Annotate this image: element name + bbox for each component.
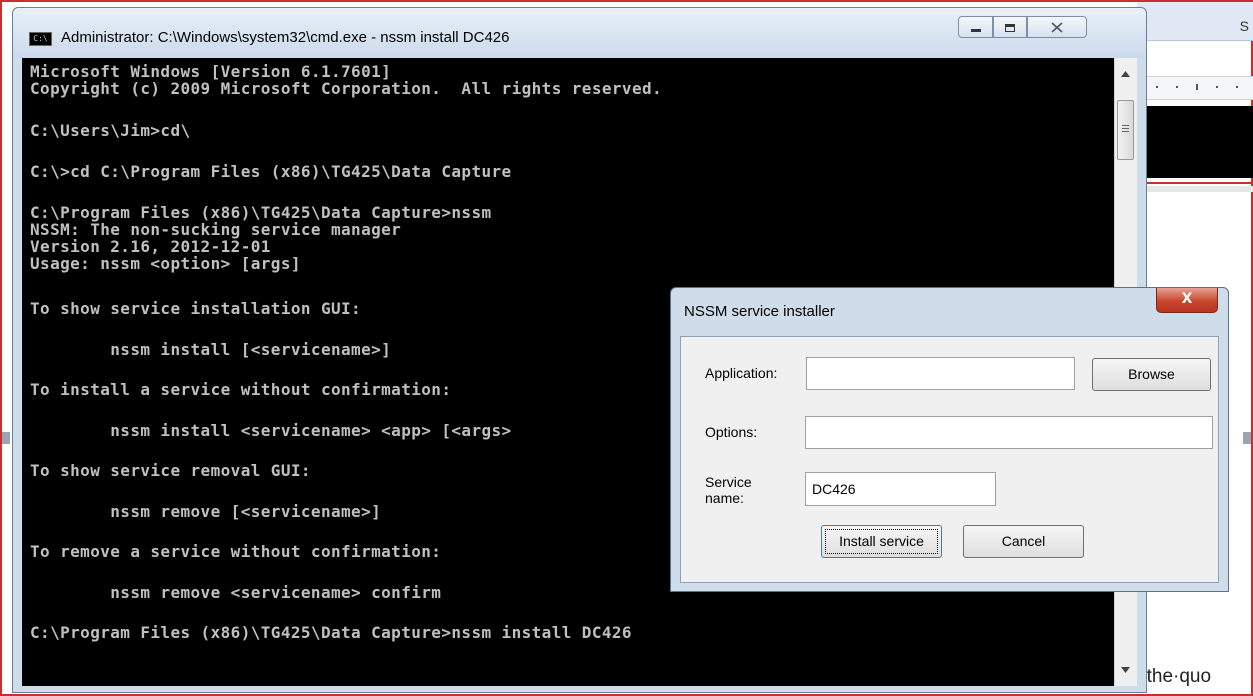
dialog-title: NSSM service installer xyxy=(684,303,835,320)
close-button[interactable] xyxy=(1027,16,1087,38)
maximize-button[interactable] xyxy=(993,16,1027,38)
background-ruler xyxy=(1130,76,1253,100)
options-input[interactable] xyxy=(805,416,1213,449)
application-label: Application: xyxy=(705,365,778,381)
background-dark-area xyxy=(1130,106,1253,178)
cancel-button[interactable]: Cancel xyxy=(963,525,1084,558)
cmd-app-icon[interactable]: C:\ xyxy=(29,32,52,46)
console-line: To remove a service without confirmation… xyxy=(30,542,442,561)
console-line: C:\Users\Jim>cd\ xyxy=(30,121,191,140)
console-line: nssm install <servicename> <app> [<args> xyxy=(30,421,512,440)
install-service-button[interactable]: Install service xyxy=(821,525,942,558)
grip-icon xyxy=(1122,125,1129,126)
console-line: NSSM: The non-sucking service manager xyxy=(30,220,402,239)
ribbon-letter: S xyxy=(1239,18,1249,34)
console-line: To show service removal GUI: xyxy=(30,461,311,480)
dialog-close-button[interactable]: X xyxy=(1156,288,1218,313)
scroll-down-icon xyxy=(1121,667,1130,673)
console-line: Version 2.16, 2012-12-01 xyxy=(30,237,271,256)
console-line: C:\Program Files (x86)\TG425\Data Captur… xyxy=(30,203,492,222)
close-icon: X xyxy=(1181,291,1193,307)
console-line: nssm remove <servicename> confirm xyxy=(30,583,442,602)
minimize-button[interactable] xyxy=(958,16,993,38)
background-side-marker-right xyxy=(1243,432,1251,444)
console-line: To install a service without confirmatio… xyxy=(30,380,452,399)
service-name-label: Service name: xyxy=(705,474,752,506)
minimize-icon xyxy=(970,29,981,33)
application-input[interactable] xyxy=(806,357,1075,390)
background-red-rule xyxy=(1130,182,1253,184)
browse-button[interactable]: Browse xyxy=(1092,358,1211,391)
options-label: Options: xyxy=(705,424,758,440)
scroll-down-button[interactable] xyxy=(1117,662,1134,678)
install-service-label: Install service xyxy=(839,533,924,549)
console-line: Copyright (c) 2009 Microsoft Corporation… xyxy=(30,79,663,98)
close-icon xyxy=(1051,22,1063,33)
console-line: C:\Program Files (x86)\TG425\Data Captur… xyxy=(30,623,632,642)
console-line: nssm remove [<servicename>] xyxy=(30,502,382,521)
scrollbar-thumb[interactable] xyxy=(1117,100,1134,160)
dialog-body: Application: Browse Options: Service nam… xyxy=(680,336,1219,583)
background-ribbon: S xyxy=(1137,2,1253,41)
cmd-window-title: Administrator: C:\Windows\system32\cmd.e… xyxy=(61,29,510,46)
service-name-input[interactable] xyxy=(805,472,996,506)
console-line: C:\>cd C:\Program Files (x86)\TG425\Data… xyxy=(30,162,512,181)
background-side-marker xyxy=(2,432,10,444)
maximize-icon xyxy=(1005,23,1015,32)
background-grey-band xyxy=(1130,186,1253,192)
console-line: Microsoft Windows [Version 6.1.7601] xyxy=(30,62,392,81)
console-line: Usage: nssm <option> [args] xyxy=(30,254,301,273)
scroll-up-icon xyxy=(1121,71,1130,77)
nssm-dialog: NSSM service installer X Application: Br… xyxy=(670,287,1229,592)
console-line: nssm install [<servicename>] xyxy=(30,340,392,359)
console-line: To show service installation GUI: xyxy=(30,299,362,318)
scroll-up-button[interactable] xyxy=(1117,66,1134,82)
cmd-title-bar[interactable]: C:\ Administrator: C:\Windows\system32\c… xyxy=(13,8,1146,58)
